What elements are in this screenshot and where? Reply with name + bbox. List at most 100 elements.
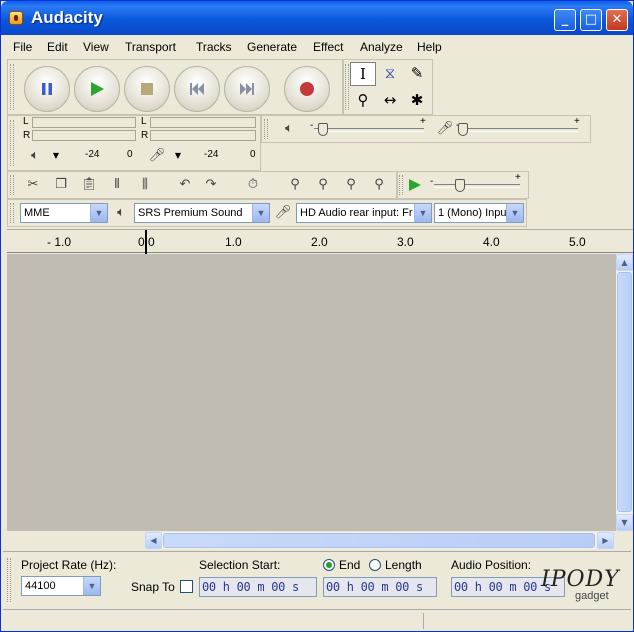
playback-right-label: R (23, 130, 31, 141)
menu-effect[interactable]: Effect (313, 40, 343, 54)
project-rate-select[interactable]: 44100 ▼ (21, 576, 101, 596)
record-button[interactable] (284, 66, 330, 112)
toolbar-grip[interactable] (10, 203, 14, 223)
toolbar-grip[interactable] (10, 64, 14, 110)
zoom-out-button[interactable]: ⚲ (312, 175, 334, 195)
menu-file[interactable]: File (13, 40, 32, 54)
playback-left-label: L (23, 116, 29, 127)
scroll-down-button[interactable]: ▼ (616, 514, 633, 531)
output-volume-thumb[interactable] (318, 123, 328, 136)
horizontal-scroll-thumb[interactable] (163, 533, 595, 548)
transport-toolbar (7, 59, 343, 115)
chevron-down-icon[interactable]: ▼ (83, 577, 100, 595)
zoom-in-button[interactable]: ⚲ (284, 175, 306, 195)
fit-selection-button[interactable]: ⚲ (340, 175, 362, 195)
audio-host-select[interactable]: MME ▼ (20, 203, 108, 223)
meter-toolbar: L R L R 🔈︎ ▼ -24 0 🎤︎ ▼ -24 0 (7, 115, 261, 171)
speed-slider[interactable] (434, 184, 520, 188)
time-shift-tool-button[interactable]: ↔ (377, 89, 403, 113)
record-meter-left[interactable] (150, 117, 256, 128)
record-meter-right[interactable] (150, 130, 256, 141)
end-radio[interactable] (323, 559, 335, 571)
timeline-ruler[interactable]: - 1.0 0.0 1.0 2.0 3.0 4.0 5.0 (7, 229, 633, 254)
stop-button[interactable] (124, 66, 170, 112)
scroll-up-button[interactable]: ▲ (616, 254, 633, 271)
undo-button[interactable]: ↶ (174, 175, 196, 195)
i-beam-icon: I (360, 65, 366, 83)
input-volume-slider[interactable] (460, 128, 578, 132)
magnifier-icon: ⚲ (357, 91, 369, 109)
sync-lock-button[interactable]: ⏱︎ (242, 175, 264, 195)
copy-button[interactable]: ❐ (50, 175, 72, 195)
scroll-left-button[interactable]: ◀ (145, 532, 162, 549)
input-device-select[interactable]: HD Audio rear input: Fr ▼ (296, 203, 432, 223)
input-channels-select[interactable]: 1 (Mono) Inpu ▼ (434, 203, 524, 223)
scroll-right-button[interactable]: ▶ (597, 532, 614, 549)
toolbar-grip[interactable] (10, 120, 14, 166)
chevron-down-icon[interactable]: ▼ (414, 204, 431, 222)
chevron-down-icon[interactable]: ▼ (90, 204, 107, 222)
maximize-button[interactable]: □ (580, 9, 602, 31)
audacity-app-icon[interactable] (9, 11, 23, 25)
track-panel[interactable] (7, 254, 616, 531)
menu-tracks[interactable]: Tracks (196, 40, 232, 54)
draw-tool-button[interactable]: ✎ (404, 62, 430, 86)
skip-to-end-button[interactable] (224, 66, 270, 112)
selection-end-time[interactable]: 00 h 00 m 00 s (323, 577, 437, 597)
output-slider-max: + (420, 116, 426, 127)
menu-help[interactable]: Help (417, 40, 442, 54)
skip-to-start-button[interactable] (174, 66, 220, 112)
toolbar-grip[interactable] (264, 119, 268, 139)
redo-button[interactable]: ↷ (200, 175, 222, 195)
length-radio[interactable] (369, 559, 381, 571)
toolbar-grip[interactable] (10, 175, 14, 195)
input-volume-thumb[interactable] (458, 123, 468, 136)
play-head-marker[interactable] (145, 230, 147, 254)
cut-button[interactable]: ✂ (22, 175, 44, 195)
chevron-down-icon[interactable]: ▼ (252, 204, 269, 222)
vertical-scrollbar[interactable]: ▲ ▼ (616, 254, 633, 531)
title-bar[interactable]: Audacity _ □ ✕ (1, 1, 633, 35)
zoom-tool-button[interactable]: ⚲ (350, 89, 376, 113)
playback-meter-left[interactable] (32, 117, 136, 128)
speed-slider-thumb[interactable] (455, 179, 465, 192)
toolbar-area: I ⧖ ✎ ⚲ ↔ ✱ L R L R 🔈︎ ▼ -24 0 🎤︎ ▼ -24 … (3, 57, 631, 227)
horizontal-scrollbar[interactable]: ◀ ▶ (145, 532, 614, 549)
play-at-speed-button[interactable] (404, 175, 426, 195)
output-device-select[interactable]: SRS Premium Sound ▼ (134, 203, 270, 223)
menu-analyze[interactable]: Analyze (360, 40, 403, 54)
envelope-tool-button[interactable]: ⧖ (377, 62, 403, 86)
selection-tool-button[interactable]: I (350, 62, 376, 86)
playback-meter-menu[interactable]: ▼ (48, 149, 64, 163)
copy-icon: ❐ (55, 177, 67, 192)
minimize-button[interactable]: _ (554, 9, 576, 31)
selection-start-time[interactable]: 00 h 00 m 00 s (199, 577, 317, 597)
record-icon (285, 67, 329, 111)
fit-project-button[interactable]: ⚲ (368, 175, 390, 195)
playback-meter-right[interactable] (32, 130, 136, 141)
toolbar-grip[interactable] (7, 558, 11, 602)
menu-generate[interactable]: Generate (247, 40, 297, 54)
project-rate-label: Project Rate (Hz): (21, 558, 117, 572)
menu-edit[interactable]: Edit (47, 40, 68, 54)
edit-toolbar: ✂ ❐ 📋︎ ⦀ ⫼ ↶ ↷ ⏱︎ ⚲ ⚲ ⚲ ⚲ (7, 171, 397, 199)
play-icon (75, 67, 119, 111)
toolbar-grip[interactable] (399, 175, 403, 195)
menu-view[interactable]: View (83, 40, 109, 54)
vertical-scroll-thumb[interactable] (617, 272, 632, 512)
trim-button[interactable]: ⦀ (106, 175, 128, 195)
output-volume-slider[interactable] (314, 128, 424, 132)
watermark-sub: gadget (575, 590, 609, 602)
chevron-down-icon[interactable]: ▼ (506, 204, 523, 222)
silence-button[interactable]: ⫼ (134, 175, 156, 195)
pause-button[interactable] (24, 66, 70, 112)
play-button[interactable] (74, 66, 120, 112)
toolbar-grip[interactable] (345, 64, 349, 110)
menu-transport[interactable]: Transport (125, 40, 176, 54)
paste-button[interactable]: 📋︎ (78, 175, 100, 195)
snap-to-checkbox[interactable] (180, 580, 193, 593)
multi-tool-button[interactable]: ✱ (404, 89, 430, 113)
close-button[interactable]: ✕ (606, 9, 628, 31)
speaker-icon: 🔈︎ (31, 148, 39, 163)
record-meter-menu[interactable]: ▼ (170, 149, 186, 163)
